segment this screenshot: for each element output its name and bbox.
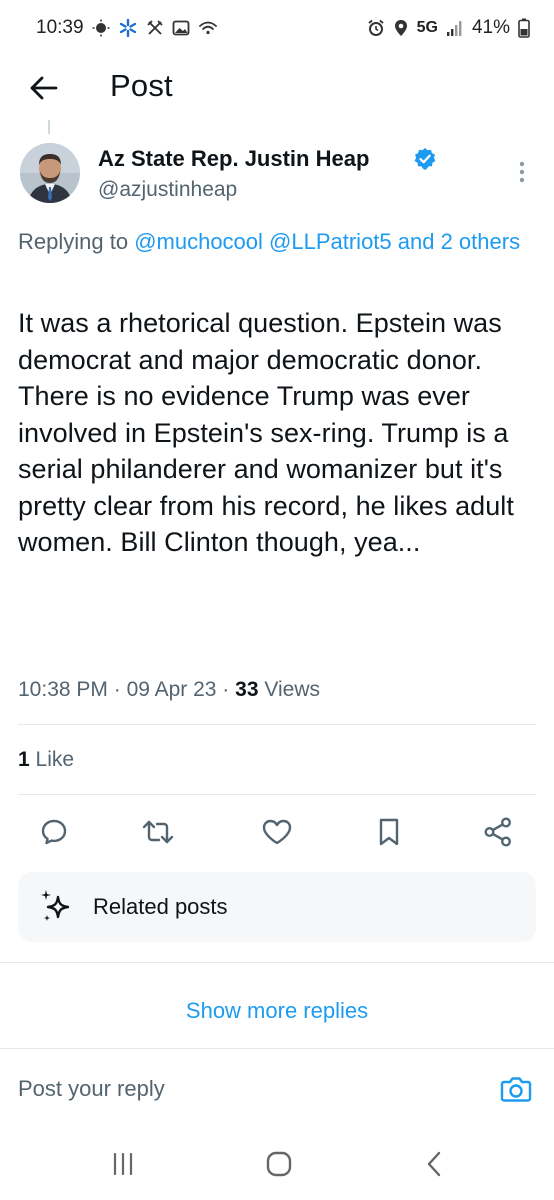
chevron-left-icon xyxy=(427,1151,441,1177)
system-back-button[interactable] xyxy=(404,1144,464,1184)
related-posts-label: Related posts xyxy=(93,894,228,919)
weather-icon xyxy=(92,19,110,37)
status-right: 5G 41% xyxy=(367,17,530,39)
reply-icon xyxy=(41,819,67,845)
views-count: 33 xyxy=(235,678,259,701)
replying-mentions-link[interactable]: @muchocool @LLPatriot5 and 2 others xyxy=(134,229,520,254)
divider xyxy=(18,724,536,725)
home-button[interactable] xyxy=(249,1144,309,1184)
status-left: 10:39 xyxy=(36,17,218,39)
reply-input[interactable] xyxy=(18,1072,468,1106)
replying-to: Replying to @muchocool @LLPatriot5 and 2… xyxy=(18,225,538,259)
likes-label: Like xyxy=(35,748,75,771)
recent-apps-icon xyxy=(113,1152,133,1176)
wifi-call-icon xyxy=(198,19,218,37)
post-time: 10:38 PM xyxy=(18,678,108,701)
post-date: 09 Apr 23 xyxy=(126,678,217,701)
like-icon xyxy=(262,819,292,845)
verified-badge-icon xyxy=(413,147,437,171)
battery-icon xyxy=(518,18,530,38)
post-actions xyxy=(0,812,554,852)
status-bar: 10:39 5G 41% xyxy=(0,0,554,56)
share-button[interactable] xyxy=(478,812,518,852)
more-options-button[interactable] xyxy=(508,158,536,186)
bookmark-icon xyxy=(379,818,399,846)
post-meta: 10:38 PM · 09 Apr 23 · 33 Views xyxy=(18,678,320,701)
home-icon xyxy=(266,1151,292,1177)
author-name[interactable]: Az State Rep. Justin Heap xyxy=(98,146,369,172)
share-icon xyxy=(484,817,512,847)
network-label: 5G xyxy=(416,19,438,36)
repost-icon xyxy=(142,820,174,844)
system-navigation-bar xyxy=(0,1130,554,1200)
likes-count: 1 xyxy=(18,748,30,771)
alarm-icon xyxy=(367,19,385,37)
show-more-replies-link[interactable]: Show more replies xyxy=(0,998,554,1024)
signal-off-icon xyxy=(146,19,164,37)
top-app-bar: Post xyxy=(0,56,554,122)
gallery-icon xyxy=(172,19,190,37)
repost-button[interactable] xyxy=(138,812,178,852)
thread-connector-line xyxy=(48,120,50,134)
recent-apps-button[interactable] xyxy=(93,1144,153,1184)
bookmark-button[interactable] xyxy=(369,812,409,852)
replying-prefix: Replying to xyxy=(18,229,135,254)
more-vertical-icon xyxy=(519,161,525,183)
author-handle[interactable]: @azjustinheap xyxy=(98,178,237,202)
battery-label: 41% xyxy=(471,17,510,38)
related-posts-card[interactable]: Related posts xyxy=(18,872,536,942)
walmart-icon xyxy=(118,18,138,38)
divider xyxy=(18,794,536,795)
back-arrow-icon xyxy=(30,76,58,100)
reply-button[interactable] xyxy=(34,812,74,852)
reply-composer xyxy=(0,1050,554,1130)
signal-icon xyxy=(446,19,464,37)
like-button[interactable] xyxy=(257,812,297,852)
views-label: Views xyxy=(264,678,320,701)
camera-icon xyxy=(500,1077,532,1102)
divider xyxy=(0,1048,554,1049)
page-title: Post xyxy=(110,68,173,103)
status-time: 10:39 xyxy=(36,17,84,38)
divider xyxy=(0,962,554,963)
avatar[interactable] xyxy=(20,143,80,203)
back-button[interactable] xyxy=(26,70,62,106)
camera-button[interactable] xyxy=(499,1072,533,1106)
post-text: It was a rhetorical question. Epstein wa… xyxy=(18,308,514,557)
sparkle-icon xyxy=(38,888,76,926)
location-icon xyxy=(393,19,409,37)
likes-summary[interactable]: 1 Like xyxy=(18,748,74,772)
